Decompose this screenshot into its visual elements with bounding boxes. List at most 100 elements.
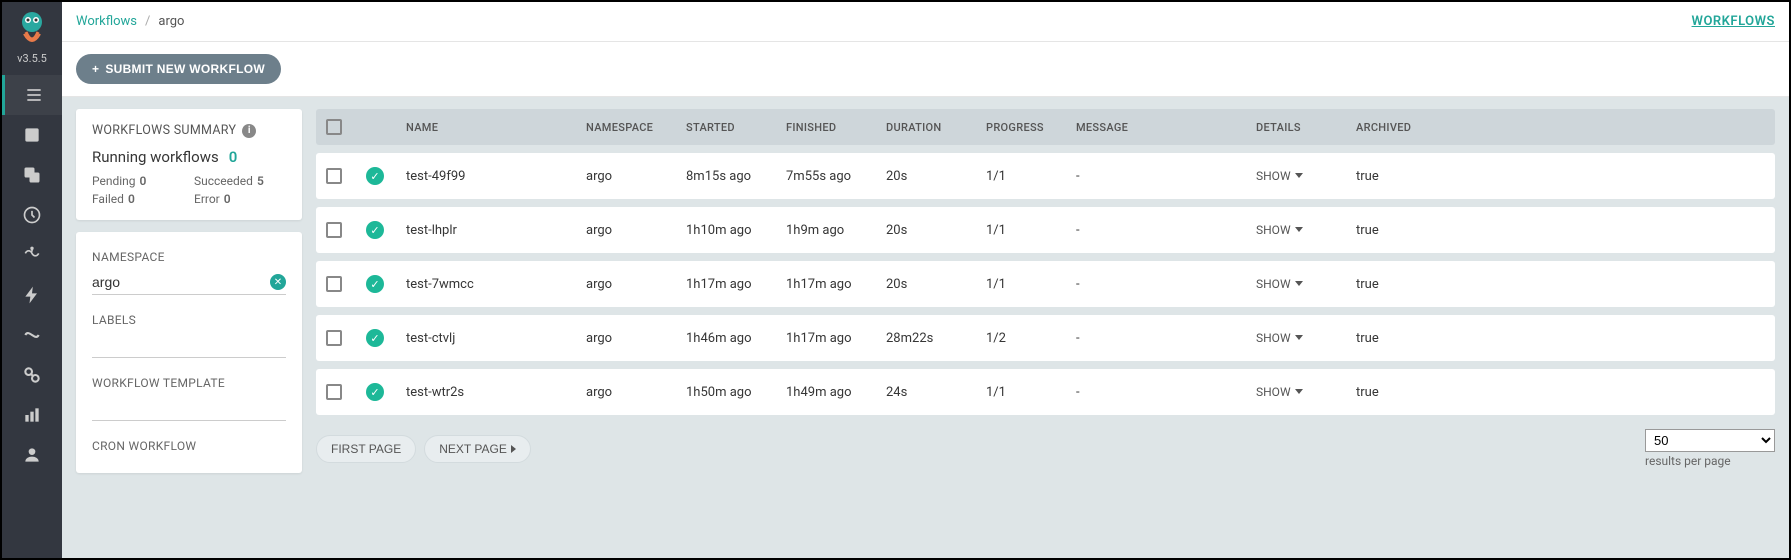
cell-namespace: argo: [586, 385, 686, 400]
col-duration: DURATION: [886, 121, 986, 134]
select-all-checkbox[interactable]: [326, 119, 342, 135]
summary-panel: WORKFLOWS SUMMARY i Running workflows 0 …: [76, 109, 302, 220]
submit-workflow-button[interactable]: + SUBMIT NEW WORKFLOW: [76, 54, 281, 84]
nav-templates[interactable]: [2, 115, 62, 155]
pending-stat: Pending0: [92, 174, 184, 188]
labels-input[interactable]: [92, 333, 286, 357]
breadcrumb: Workflows / argo: [76, 14, 1692, 29]
show-label: SHOW: [1256, 385, 1291, 399]
workflow-table: NAME NAMESPACE STARTED FINISHED DURATION…: [316, 109, 1775, 415]
table-row[interactable]: ✓test-ctvljargo1h46m ago1h17m ago28m22s1…: [316, 315, 1775, 361]
argo-logo: [12, 8, 52, 48]
summary-title: WORKFLOWS SUMMARY i: [92, 123, 286, 138]
status-success-icon: ✓: [366, 221, 384, 239]
nav-eventflow[interactable]: [2, 315, 62, 355]
caret-down-icon: [1295, 281, 1303, 286]
cell-progress: 1/1: [986, 277, 1076, 292]
cell-archived: true: [1356, 385, 1436, 400]
row-checkbox[interactable]: [326, 276, 342, 292]
cell-namespace: argo: [586, 277, 686, 292]
info-icon[interactable]: i: [242, 124, 256, 138]
nav-workflows[interactable]: [2, 75, 62, 115]
status-success-icon: ✓: [366, 383, 384, 401]
nav-events[interactable]: [2, 275, 62, 315]
row-checkbox[interactable]: [326, 384, 342, 400]
running-count: 0: [229, 148, 238, 166]
failed-stat: Failed0: [92, 192, 184, 206]
show-details-button[interactable]: SHOW: [1256, 223, 1303, 237]
summary-title-text: WORKFLOWS SUMMARY: [92, 123, 236, 138]
cell-message: -: [1076, 331, 1256, 346]
show-label: SHOW: [1256, 169, 1291, 183]
results-per-page-label: results per page: [1645, 454, 1731, 468]
table-row[interactable]: ✓test-49f99argo8m15s ago7m55s ago20s1/1-…: [316, 153, 1775, 199]
cell-finished: 1h9m ago: [786, 223, 886, 238]
col-name: NAME: [406, 121, 586, 134]
cell-message: -: [1076, 169, 1256, 184]
row-checkbox[interactable]: [326, 168, 342, 184]
page-size-select[interactable]: 50: [1645, 429, 1775, 452]
plus-icon: +: [92, 62, 99, 76]
chevron-right-icon: [511, 445, 516, 453]
namespace-input[interactable]: [92, 270, 270, 294]
status-success-icon: ✓: [366, 329, 384, 347]
cell-started: 8m15s ago: [686, 169, 786, 184]
submit-label: SUBMIT NEW WORKFLOW: [105, 62, 265, 76]
succeeded-stat: Succeeded5: [194, 174, 286, 188]
cell-namespace: argo: [586, 169, 686, 184]
version-label: v3.5.5: [17, 52, 47, 65]
cell-archived: true: [1356, 169, 1436, 184]
cell-name: test-49f99: [406, 169, 586, 184]
cell-duration: 20s: [886, 169, 986, 184]
next-page-button[interactable]: NEXT PAGE: [424, 435, 531, 463]
caret-down-icon: [1295, 335, 1303, 340]
table-row[interactable]: ✓test-7wmccargo1h17m ago1h17m ago20s1/1-…: [316, 261, 1775, 307]
cell-started: 1h17m ago: [686, 277, 786, 292]
col-started: STARTED: [686, 121, 786, 134]
nav-plugins[interactable]: [2, 355, 62, 395]
cell-progress: 1/1: [986, 223, 1076, 238]
cell-archived: true: [1356, 331, 1436, 346]
error-stat: Error0: [194, 192, 286, 206]
cell-finished: 1h17m ago: [786, 277, 886, 292]
row-checkbox[interactable]: [326, 330, 342, 346]
row-checkbox[interactable]: [326, 222, 342, 238]
cell-message: -: [1076, 385, 1256, 400]
cell-started: 1h10m ago: [686, 223, 786, 238]
namespace-label: NAMESPACE: [92, 250, 286, 264]
labels-label: LABELS: [92, 313, 286, 327]
show-details-button[interactable]: SHOW: [1256, 277, 1303, 291]
table-row[interactable]: ✓test-wtr2sargo1h50m ago1h49m ago24s1/1-…: [316, 369, 1775, 415]
workflows-link[interactable]: WORKFLOWS: [1692, 14, 1775, 29]
sidebar-nav: v3.5.5: [2, 2, 62, 558]
show-details-button[interactable]: SHOW: [1256, 169, 1303, 183]
cell-progress: 1/1: [986, 385, 1076, 400]
table-header: NAME NAMESPACE STARTED FINISHED DURATION…: [316, 109, 1775, 145]
cell-duration: 20s: [886, 277, 986, 292]
topbar: Workflows / argo WORKFLOWS: [62, 2, 1789, 42]
col-details: DETAILS: [1256, 121, 1356, 134]
breadcrumb-root[interactable]: Workflows: [76, 14, 137, 29]
cell-archived: true: [1356, 277, 1436, 292]
clear-namespace-icon[interactable]: ✕: [270, 274, 286, 290]
cell-progress: 1/2: [986, 331, 1076, 346]
col-progress: PROGRESS: [986, 121, 1076, 134]
nav-user[interactable]: [2, 435, 62, 475]
cell-duration: 24s: [886, 385, 986, 400]
first-page-button[interactable]: FIRST PAGE: [316, 435, 416, 463]
breadcrumb-sep: /: [145, 14, 150, 29]
nav-reports[interactable]: [2, 395, 62, 435]
caret-down-icon: [1295, 227, 1303, 232]
show-details-button[interactable]: SHOW: [1256, 331, 1303, 345]
show-details-button[interactable]: SHOW: [1256, 385, 1303, 399]
cell-progress: 1/1: [986, 169, 1076, 184]
wft-label: WORKFLOW TEMPLATE: [92, 376, 286, 390]
cell-name: test-lhplr: [406, 223, 586, 238]
cell-duration: 28m22s: [886, 331, 986, 346]
nav-cluster-templates[interactable]: [2, 155, 62, 195]
caret-down-icon: [1295, 173, 1303, 178]
nav-sensors[interactable]: [2, 235, 62, 275]
nav-cron[interactable]: [2, 195, 62, 235]
table-row[interactable]: ✓test-lhplrargo1h10m ago1h9m ago20s1/1-S…: [316, 207, 1775, 253]
wft-input[interactable]: [92, 396, 286, 420]
